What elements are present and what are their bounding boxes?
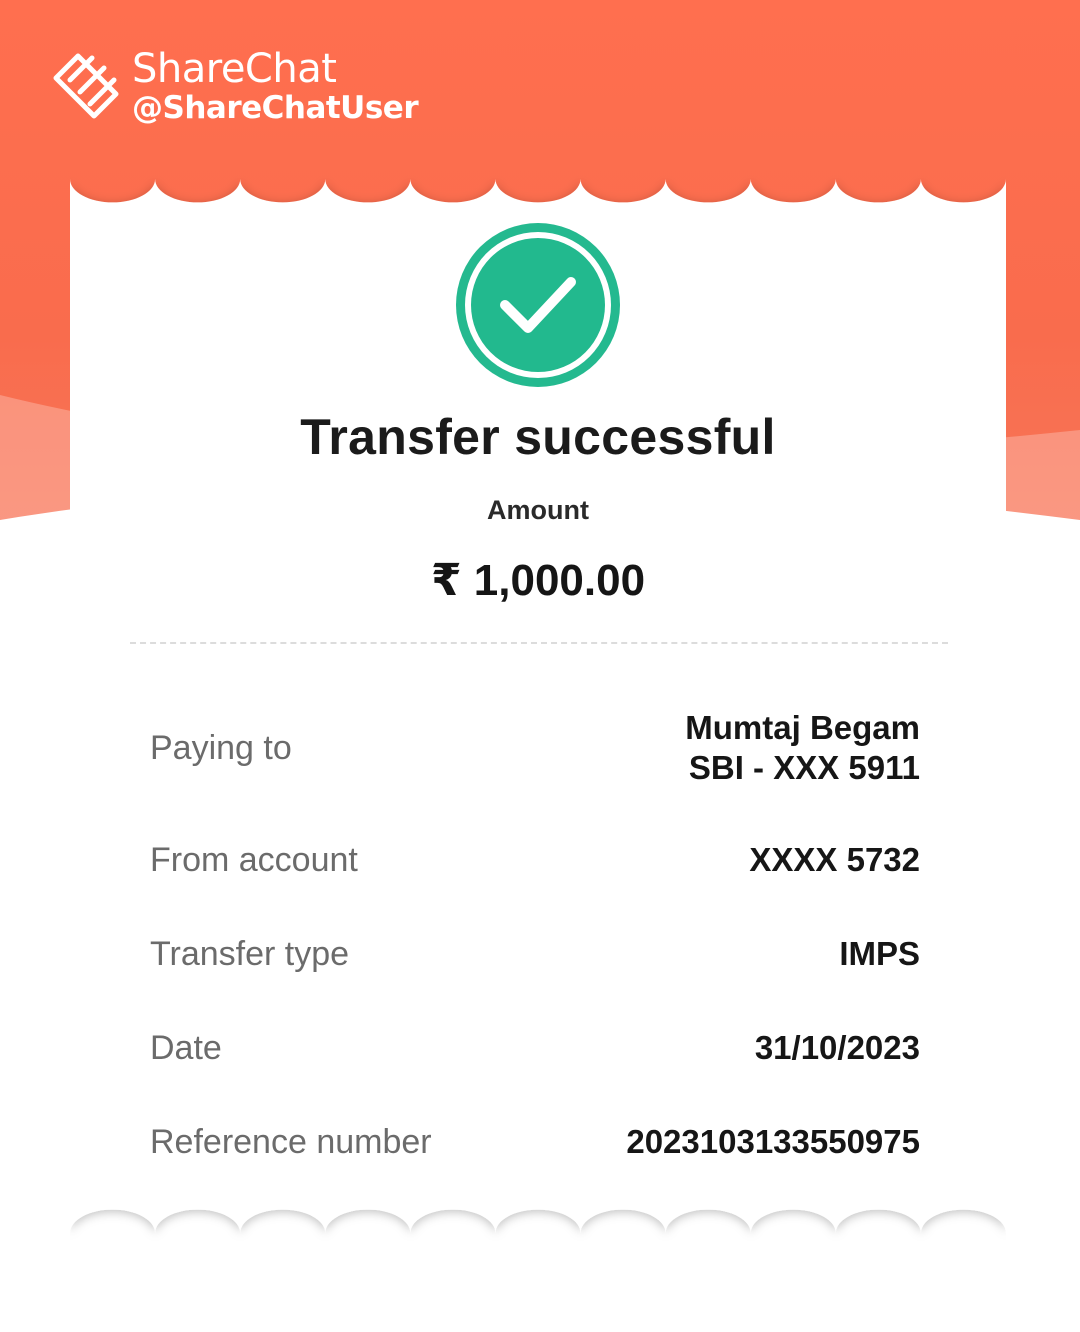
payee-account: SBI - XXX 5911 [688, 749, 920, 786]
detail-value: 31/10/2023 [754, 1029, 920, 1066]
check-circle-icon [456, 223, 620, 387]
detail-value: 2023103133550975 [626, 1123, 920, 1160]
detail-row-reference-number: Reference number 2023103133550975 [150, 1122, 920, 1162]
detail-label: Transfer type [150, 934, 350, 973]
transfer-receipt: Transfer successful Amount ₹ 1,000.00 Pa… [70, 165, 1006, 1250]
detail-value: IMPS [839, 935, 920, 972]
status-title: Transfer successful [300, 409, 776, 465]
detail-row-date: Date 31/10/2023 [150, 1028, 920, 1068]
detail-label: From account [150, 840, 358, 879]
detail-label: Reference number [150, 1122, 432, 1161]
amount-value: ₹ 1,000.00 [430, 556, 646, 605]
watermark-brand: ShareChat [132, 45, 337, 92]
detail-label: Date [150, 1028, 222, 1067]
detail-row-paying-to: Paying to Mumtaj Begam SBI - XXX 5911 [150, 708, 920, 788]
detail-value: XXXX 5732 [749, 841, 920, 878]
dashed-divider [130, 642, 948, 644]
detail-label: Paying to [150, 728, 292, 767]
payee-name: Mumtaj Begam [685, 709, 920, 746]
detail-row-from-account: From account XXXX 5732 [150, 840, 920, 880]
detail-value: Mumtaj Begam SBI - XXX 5911 [685, 708, 920, 788]
sharechat-watermark: ShareChat @ShareChatUser [48, 45, 419, 126]
detail-row-transfer-type: Transfer type IMPS [150, 934, 920, 974]
sharechat-logo-icon [53, 53, 119, 119]
amount-label: Amount [487, 495, 589, 525]
watermark-username: @ShareChatUser [132, 89, 419, 126]
